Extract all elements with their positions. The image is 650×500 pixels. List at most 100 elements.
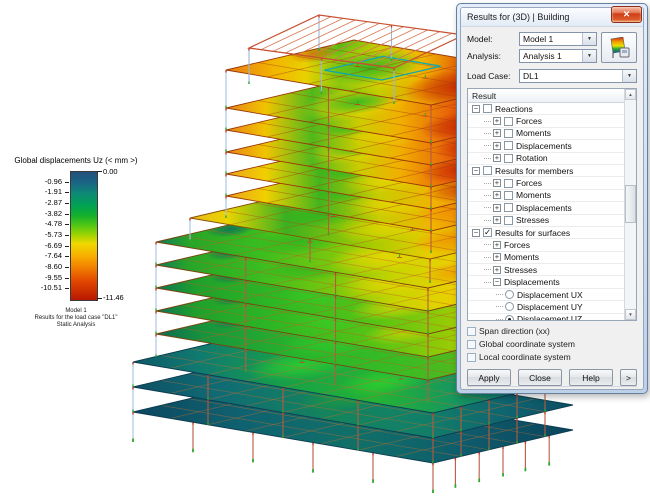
tree-scrollbar[interactable]: ▲ ▼ <box>624 89 636 320</box>
expand-icon[interactable]: + <box>493 142 501 150</box>
checkbox[interactable] <box>483 228 492 237</box>
legend-tickline <box>65 246 69 247</box>
tree-row[interactable]: Displacement UX <box>468 289 624 301</box>
tree-connector <box>484 207 491 208</box>
tree-connector <box>484 145 491 146</box>
help-button[interactable]: Help <box>569 369 613 386</box>
scroll-up-icon[interactable]: ▲ <box>625 89 636 100</box>
tree-row[interactable]: + Moments <box>468 128 624 140</box>
panel-settings-button[interactable] <box>601 32 637 63</box>
tree-row[interactable]: −Results for surfaces <box>468 227 624 239</box>
expand-icon[interactable]: + <box>493 129 501 137</box>
scroll-down-icon[interactable]: ▼ <box>625 309 636 320</box>
collapse-icon[interactable]: − <box>472 105 480 113</box>
radio-button[interactable] <box>505 302 514 311</box>
checkbox[interactable] <box>504 191 513 200</box>
chevron-down-icon[interactable]: ▼ <box>582 33 596 45</box>
field-row: Load Case:DL1▼ <box>467 69 637 83</box>
scrollbar-thumb[interactable] <box>625 185 636 223</box>
tree-row[interactable]: +Forces <box>468 239 624 251</box>
tree-row[interactable]: −Reactions <box>468 103 624 115</box>
checkbox[interactable] <box>504 203 513 212</box>
tree-row[interactable]: +Stresses <box>468 215 624 227</box>
tree-row[interactable]: +Displacements <box>468 202 624 214</box>
option-row[interactable]: Span direction (xx) <box>467 325 637 337</box>
tree-connector <box>484 269 491 270</box>
tree-connector <box>484 121 491 122</box>
analysis-select[interactable]: Analysis 1▼ <box>519 49 597 63</box>
legend-tickline <box>65 214 69 215</box>
tree-row[interactable]: +Moments <box>468 252 624 264</box>
option-label: Global coordinate system <box>479 339 575 349</box>
tree-row[interactable]: Displacement UY <box>468 301 624 313</box>
checkbox[interactable] <box>467 353 476 362</box>
dialog-buttons: Apply Close Help > <box>467 369 637 386</box>
tree-row[interactable]: Displacement UZ <box>468 314 624 321</box>
expand-icon[interactable]: + <box>493 191 501 199</box>
tree-row[interactable]: + Moments <box>468 190 624 202</box>
apply-button[interactable]: Apply <box>467 369 511 386</box>
collapse-icon[interactable]: − <box>472 167 480 175</box>
option-row[interactable]: Global coordinate system <box>467 338 637 350</box>
status-text: Ready <box>471 389 496 390</box>
close-icon[interactable]: ✕ <box>611 6 642 23</box>
checkbox[interactable] <box>483 104 492 113</box>
legend-tickline <box>65 256 69 257</box>
radio-button[interactable] <box>505 290 514 299</box>
checkbox[interactable] <box>504 141 513 150</box>
panel-title: Results for (3D) | Building <box>467 12 569 22</box>
legend-tickline <box>65 192 69 193</box>
legend-tickline <box>65 267 69 268</box>
expand-icon[interactable]: + <box>493 266 501 274</box>
expand-icon[interactable]: + <box>493 204 501 212</box>
legend-tickline <box>65 182 69 183</box>
tree-row-label: Forces <box>516 116 542 126</box>
tree-connector <box>496 306 503 307</box>
chevron-down-icon[interactable]: ▼ <box>622 70 636 82</box>
more-button[interactable]: > <box>620 369 637 386</box>
tree-row[interactable]: + Forces <box>468 115 624 127</box>
close-button[interactable]: Close <box>518 369 562 386</box>
checkbox[interactable] <box>504 129 513 138</box>
tree-row-label: Rotation <box>516 153 548 163</box>
collapse-icon[interactable]: − <box>493 278 501 286</box>
expand-icon[interactable]: + <box>493 154 501 162</box>
tree-row[interactable]: + Rotation <box>468 153 624 165</box>
results-panel-inner: Results for (3D) | Building <box>460 7 644 390</box>
loadcase-select[interactable]: DL1▼ <box>519 69 637 83</box>
checkbox[interactable] <box>483 166 492 175</box>
checkbox[interactable] <box>467 340 476 349</box>
tree-connector <box>484 244 491 245</box>
legend-tick-label: -5.73 <box>8 231 62 239</box>
tree-row-label: Displacement UX <box>517 290 583 300</box>
legend-min-tickline <box>97 298 102 299</box>
model-select[interactable]: Model 1▼ <box>519 32 597 46</box>
expand-icon[interactable]: + <box>493 179 501 187</box>
collapse-icon[interactable]: − <box>472 229 480 237</box>
tree-connector <box>484 158 491 159</box>
tree-row[interactable]: −Results for members <box>468 165 624 177</box>
checkbox[interactable] <box>504 154 513 163</box>
checkbox[interactable] <box>504 117 513 126</box>
radio-button[interactable] <box>505 315 514 321</box>
tree-row[interactable]: +Displacements <box>468 140 624 152</box>
expand-icon[interactable]: + <box>493 117 501 125</box>
tree-connector <box>484 220 491 221</box>
legend-tickline <box>65 278 69 279</box>
checkbox[interactable] <box>504 216 513 225</box>
tree-row[interactable]: +Stresses <box>468 264 624 276</box>
checkbox[interactable] <box>504 179 513 188</box>
checkbox[interactable] <box>467 327 476 336</box>
option-row[interactable]: Local coordinate system <box>467 351 637 363</box>
chevron-down-icon[interactable]: ▼ <box>582 50 596 62</box>
tree-row[interactable]: −Displacements <box>468 276 624 288</box>
tree-connector <box>484 195 491 196</box>
legend-colorbar-area: -0.96-1.91-2.87-3.82-4.78-5.73-6.69-7.64… <box>8 171 144 299</box>
tree-row-label: Moments <box>516 128 551 138</box>
expand-icon[interactable]: + <box>493 241 501 249</box>
expand-icon[interactable]: + <box>493 253 501 261</box>
tree-row-label: Moments <box>516 190 551 200</box>
tree-row[interactable]: +Forces <box>468 177 624 189</box>
field-label: Model: <box>467 34 519 44</box>
expand-icon[interactable]: + <box>493 216 501 224</box>
